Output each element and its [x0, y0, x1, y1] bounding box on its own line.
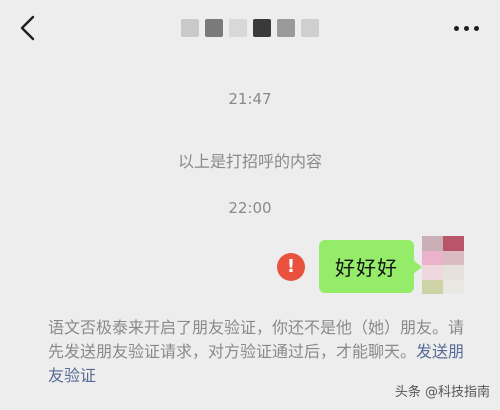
friend-verification-notice: 语文否极泰来开启了朋友验证，你还不是他（她）朋友。请先发送朋友验证请求，对方验证…: [48, 316, 466, 388]
avatar-mosaic-block: [422, 250, 443, 265]
message-row: ! 好好好: [277, 240, 422, 293]
message-bubble[interactable]: 好好好: [319, 240, 422, 293]
system-message: 以上是打招呼的内容: [177, 152, 322, 171]
title-mosaic-block: [229, 19, 247, 37]
title-mosaic-block: [301, 19, 319, 37]
timestamp: 21:47: [228, 90, 272, 108]
title-mosaic-block: [181, 19, 199, 37]
watermark: 头条 @科技指南: [394, 385, 490, 400]
send-failed-icon[interactable]: !: [277, 252, 305, 281]
title-mosaic-block: [277, 19, 295, 37]
avatar-mosaic-block: [443, 279, 464, 294]
avatar-mosaic-block: [422, 236, 443, 251]
top-bar: [0, 0, 500, 56]
avatar-mosaic-block: [443, 265, 464, 280]
timestamp: 22:00: [228, 199, 272, 217]
notice-text: 语文否极泰来开启了朋友验证，你还不是他（她）朋友。请先发送朋友验证请求，对方验证…: [48, 318, 465, 361]
chevron-left-icon: [20, 15, 35, 41]
avatar-mosaic-block: [443, 236, 464, 251]
avatar-mosaic-block: [422, 279, 443, 294]
avatar-mosaic-block: [443, 250, 464, 265]
avatar-mosaic-block: [422, 265, 443, 280]
more-button[interactable]: [446, 12, 486, 44]
title-mosaic-block: [253, 19, 271, 37]
chat-title-blurred: [181, 19, 319, 37]
avatar[interactable]: [422, 236, 464, 294]
more-dots-icon: [453, 25, 459, 31]
back-button[interactable]: [10, 10, 46, 46]
title-mosaic-block: [205, 19, 223, 37]
